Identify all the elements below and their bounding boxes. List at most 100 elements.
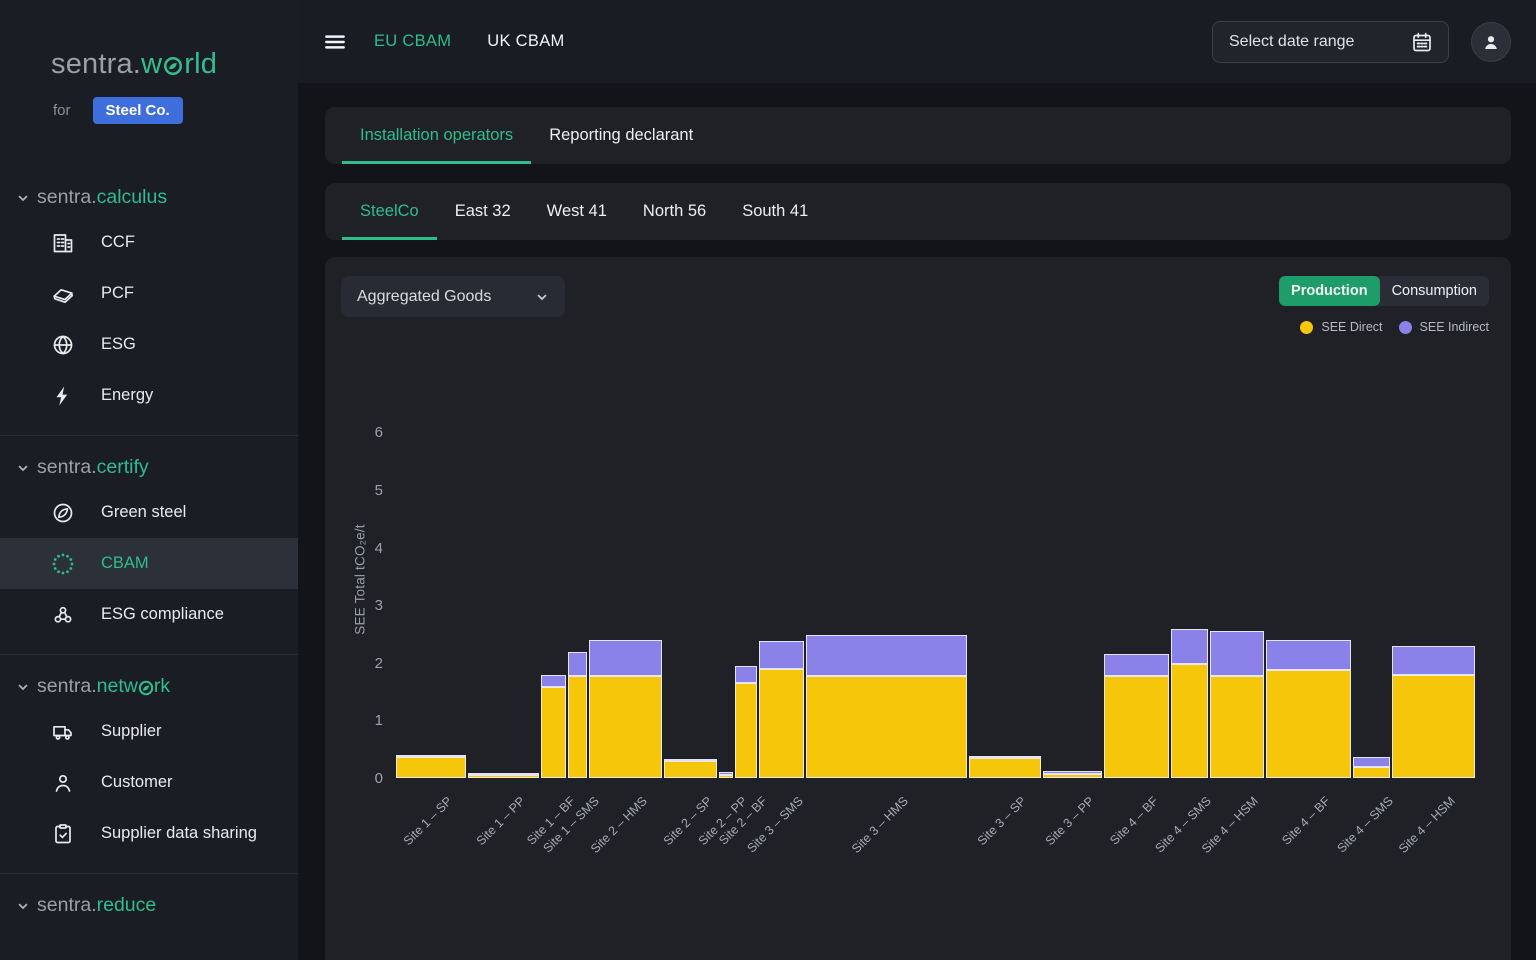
x-axis-label: Site 3 – HMS <box>848 794 911 856</box>
bar-segment-see-indirect[interactable] <box>1266 640 1351 671</box>
goods-select[interactable]: Aggregated Goods <box>341 276 565 317</box>
bar-segment-see-indirect[interactable] <box>1353 757 1390 768</box>
chart-controls: Production Consumption SEE Direct SEE In… <box>1279 276 1489 334</box>
bar-segment-see-indirect[interactable] <box>664 759 717 762</box>
bar-segment-see-direct[interactable] <box>396 757 466 778</box>
bar-segment-see-direct[interactable] <box>1171 663 1208 778</box>
site-tab-west-41[interactable]: West 41 <box>529 183 625 240</box>
for-label: for <box>53 102 71 119</box>
y-axis-tick: 1 <box>374 712 383 730</box>
sidebar-section-header-calculus[interactable]: sentra. calculus <box>0 186 298 209</box>
bar-segment-see-indirect[interactable] <box>589 639 662 677</box>
bar-segment-see-direct[interactable] <box>1266 670 1351 778</box>
legend-dot <box>1398 320 1412 334</box>
chevron-down-icon <box>16 461 30 475</box>
sidebar-item-esg[interactable]: ESG <box>0 319 298 370</box>
legend-item-see-direct[interactable]: SEE Direct <box>1300 320 1383 334</box>
section-prefix: sentra. <box>37 894 97 916</box>
bar-segment-see-direct[interactable] <box>589 676 662 778</box>
sidebar-section-header-reduce[interactable]: sentra. reduce <box>0 894 298 917</box>
tab-installation-operators[interactable]: Installation operators <box>342 107 532 164</box>
sidebar-item-label: ESG <box>101 335 136 353</box>
bar-segment-see-indirect[interactable] <box>735 665 757 683</box>
molecule-icon <box>51 603 75 627</box>
legend-item-see-indirect[interactable]: SEE Indirect <box>1398 320 1489 334</box>
bar-segment-see-indirect[interactable] <box>1392 646 1475 675</box>
x-axis-label: Site 1 – SP <box>400 794 455 849</box>
x-axis-label: Site 4 – SMS <box>1333 794 1396 856</box>
site-tab-south-41[interactable]: South 41 <box>724 183 826 240</box>
logo-prefix: sentra. <box>51 48 142 80</box>
bar-segment-see-indirect[interactable] <box>396 755 466 758</box>
menu-button[interactable] <box>314 21 356 63</box>
sidebar-item-label: CBAM <box>101 554 149 572</box>
bar-segment-see-direct[interactable] <box>1392 674 1475 778</box>
section-word: certify <box>96 456 149 478</box>
sidebar-section-header-network[interactable]: sentra. netw rk <box>0 675 298 698</box>
sidebar-item-energy[interactable]: Energy <box>0 370 298 421</box>
date-range-picker[interactable]: Select date range <box>1212 20 1449 63</box>
production-toggle[interactable]: Production <box>1279 276 1380 306</box>
bar-segment-see-direct[interactable] <box>664 761 717 778</box>
site-tab-steelco[interactable]: SteelCo <box>342 183 437 240</box>
x-axis-label: Site 4 – HSM <box>1395 794 1458 856</box>
sidebar-item-cbam[interactable]: CBAM <box>0 538 298 589</box>
bar-segment-see-direct[interactable] <box>719 775 733 778</box>
report-tabs-panel: Installation operators Reporting declaran… <box>325 107 1511 164</box>
site-tab-north-56[interactable]: North 56 <box>625 183 724 240</box>
consumption-toggle[interactable]: Consumption <box>1380 276 1489 306</box>
sidebar-item-customer[interactable]: Customer <box>0 757 298 808</box>
bar-segment-see-direct[interactable] <box>468 775 539 778</box>
chart-panel: Aggregated Goods Production Consumption … <box>325 257 1511 960</box>
bar-segment-see-indirect[interactable] <box>1171 628 1208 664</box>
sidebar-section-certify: sentra. certify Green steel CBAM ESG com… <box>0 435 298 654</box>
bar-segment-see-direct[interactable] <box>1353 767 1390 778</box>
sidebar-item-supplier-data-sharing[interactable]: Supplier data sharing <box>0 808 298 859</box>
chevron-down-icon <box>16 680 30 694</box>
top-tab-uk-cbam[interactable]: UK CBAM <box>487 32 564 51</box>
bar-segment-see-indirect[interactable] <box>969 755 1041 759</box>
legend-label: SEE Direct <box>1321 320 1383 334</box>
sidebar-item-green-steel[interactable]: Green steel <box>0 487 298 538</box>
bar-segment-see-indirect[interactable] <box>1210 630 1264 677</box>
chevron-down-icon <box>535 290 549 304</box>
y-axis-tick: 2 <box>374 654 383 672</box>
bar-segment-see-indirect[interactable] <box>568 652 587 677</box>
sidebar-item-pcf[interactable]: PCF <box>0 268 298 319</box>
bar-segment-see-direct[interactable] <box>759 668 804 778</box>
leaf-icon <box>138 678 154 696</box>
top-tab-eu-cbam[interactable]: EU CBAM <box>374 32 451 51</box>
bar-segment-see-direct[interactable] <box>969 758 1041 778</box>
bar-segment-see-indirect[interactable] <box>1104 653 1169 677</box>
y-axis-tick: 5 <box>374 482 383 499</box>
bar-segment-see-direct[interactable] <box>1210 676 1264 778</box>
bar-segment-see-indirect[interactable] <box>719 772 733 776</box>
tab-reporting-declarant[interactable]: Reporting declarant <box>531 107 711 164</box>
avatar[interactable] <box>1471 21 1511 62</box>
sidebar-section-header-certify[interactable]: sentra. certify <box>0 456 298 479</box>
bar-segment-see-direct[interactable] <box>541 687 566 778</box>
bar-segment-see-direct[interactable] <box>735 682 757 778</box>
bar-segment-see-direct[interactable] <box>806 676 967 778</box>
legend-dot <box>1300 320 1314 334</box>
bar-segment-see-indirect[interactable] <box>806 634 967 677</box>
legend-label: SEE Indirect <box>1419 320 1489 334</box>
bar-segment-see-indirect[interactable] <box>759 640 804 669</box>
sidebar-item-esg-compliance[interactable]: ESG compliance <box>0 589 298 640</box>
ingot-icon <box>51 282 75 306</box>
sidebar-item-label: CCF <box>101 233 135 251</box>
bar-segment-see-indirect[interactable] <box>541 675 566 687</box>
sidebar-item-supplier[interactable]: Supplier <box>0 706 298 757</box>
site-tab-east-32[interactable]: East 32 <box>437 183 529 240</box>
bar-segment-see-indirect[interactable] <box>1043 770 1102 774</box>
chart-legend: SEE Direct SEE Indirect <box>1300 320 1489 334</box>
bar-segment-see-direct[interactable] <box>1043 773 1102 778</box>
bar-segment-see-direct[interactable] <box>1104 676 1169 778</box>
app-logo: sentra. w rld <box>0 0 298 81</box>
sidebar-section-reduce: sentra. reduce <box>0 873 298 939</box>
chart-header: Aggregated Goods Production Consumption … <box>325 257 1511 334</box>
sidebar-item-ccf[interactable]: CCF <box>0 217 298 268</box>
section-prefix: sentra. <box>37 456 97 478</box>
bar-segment-see-indirect[interactable] <box>468 773 539 776</box>
bar-segment-see-direct[interactable] <box>568 676 587 778</box>
